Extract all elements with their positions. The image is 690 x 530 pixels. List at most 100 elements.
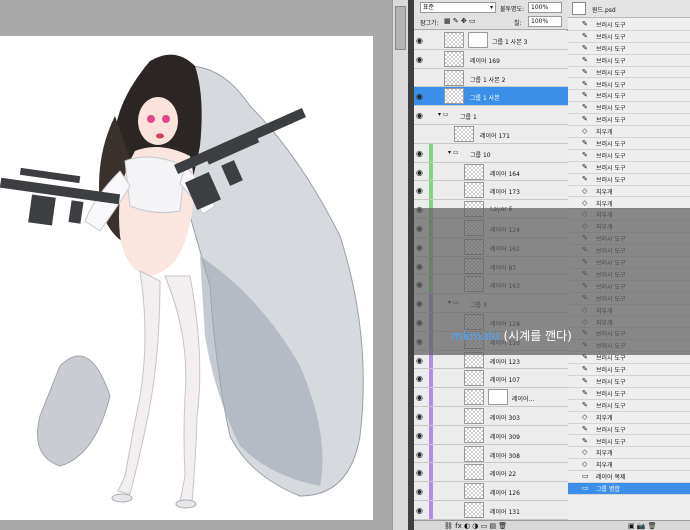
history-state[interactable]: ✎ 브러시 도구	[568, 150, 690, 162]
layer-row[interactable]: ◉ 그룹 1 사본 3	[414, 31, 568, 50]
layer-name: 레이어 173	[490, 189, 520, 197]
layer-name: 그룹 1	[460, 114, 477, 122]
brush-icon: ✎	[582, 162, 588, 171]
history-state[interactable]: ✎ 브러시 도구	[568, 388, 690, 400]
history-state[interactable]: ✎ 브러시 도구	[568, 376, 690, 388]
history-state[interactable]: ✎ 브러시 도구	[568, 424, 690, 436]
blend-mode-value: 표준	[423, 4, 435, 11]
layer-row[interactable]: ◉ 레이어 309	[414, 425, 568, 445]
history-state[interactable]: ✎ 브러시 도구	[568, 67, 690, 79]
history-state-label: 브러시 도구	[596, 117, 626, 125]
layer-row[interactable]: 그룹 1 사본 2	[414, 68, 568, 88]
history-state[interactable]: ✎ 브러시 도구	[568, 400, 690, 412]
layer-row[interactable]: ◉ 레이어 107	[414, 369, 568, 389]
canvas-vertical-scrollbar[interactable]	[392, 0, 408, 530]
layer-row[interactable]: ◉ ▾ ▭ 그룹 1	[414, 106, 568, 125]
layer-name: 레이어 131	[490, 509, 520, 516]
brush-icon: ✎	[582, 20, 588, 28]
history-state[interactable]: ✎ 브러시 도구	[568, 436, 690, 448]
layer-row[interactable]: ◉ 레이어 303	[414, 407, 568, 426]
history-state-label: 브러시 도구	[596, 152, 626, 160]
layer-name: 그룹 1 사본	[470, 95, 500, 103]
history-state[interactable]: ✎ 브러시 도구	[568, 55, 690, 67]
layer-thumbnail	[464, 502, 484, 518]
layer-row[interactable]: 레이어 171	[414, 125, 568, 144]
lock-icons[interactable]: ▦ ✎ ✥ ▭	[444, 17, 476, 25]
layer-name: 레이어 171	[480, 133, 510, 140]
brush-icon: ✎	[582, 365, 588, 374]
layer-color-tag	[429, 501, 433, 519]
history-state[interactable]: ✎ 브러시 도구	[568, 102, 690, 115]
layer-row[interactable]: ◉ 레이어 173	[414, 181, 568, 201]
history-state-label: 브러시 도구	[596, 57, 626, 65]
layer-row[interactable]: ◉ 레이어 131	[414, 501, 568, 520]
history-state[interactable]: ✎ 브러시 도구	[568, 114, 690, 127]
history-state-label: 브러시 도구	[596, 379, 626, 386]
history-state[interactable]: ◇ 지우개	[568, 459, 690, 472]
history-state[interactable]: ✎ 브러시 도구	[568, 174, 690, 186]
layer-thumbnail	[464, 370, 484, 387]
layer-row[interactable]: ◉ ▾ ▭ 그룹 10	[414, 143, 568, 163]
fill-field[interactable]: 100%	[528, 16, 562, 27]
folder-icon[interactable]: ▾ ▭	[448, 149, 459, 156]
history-state[interactable]: ▭ 그룹 병합	[568, 483, 690, 495]
document-canvas[interactable]	[0, 36, 373, 520]
history-snapshot-row[interactable]: 원드.psd	[568, 0, 690, 18]
folder-icon[interactable]: ▾ ▭	[438, 111, 449, 118]
history-state-label: 지우개	[596, 462, 613, 470]
history-state-label: 지우개	[596, 414, 613, 422]
eraser-icon: ◇	[582, 412, 588, 421]
brush-icon: ✎	[582, 388, 588, 397]
scrollbar-thumb[interactable]	[395, 6, 406, 50]
eraser-icon: ◇	[582, 448, 588, 457]
brush-icon: ✎	[582, 31, 588, 40]
layer-row[interactable]: ◉ 레이어...	[414, 388, 568, 407]
layer-color-tag	[429, 143, 433, 162]
fill-label: 칠:	[514, 20, 522, 27]
layer-row[interactable]: ◉ 레이어 22	[414, 463, 568, 483]
layer-color-tag	[429, 369, 433, 388]
layer-thumbnail	[464, 445, 484, 462]
history-state[interactable]: ✎ 브러시 도구	[568, 90, 690, 103]
history-state[interactable]: ✎ 브러시 도구	[568, 138, 690, 150]
history-state[interactable]: ▭ 레이어 복제	[568, 471, 690, 484]
history-state[interactable]: ✎ 브러시 도구	[568, 79, 690, 91]
history-state[interactable]: ✎ 브러시 도구	[568, 43, 690, 55]
opacity-value: 100%	[531, 4, 549, 11]
layer-color-tag	[429, 181, 433, 200]
history-state-label: 그룹 병합	[596, 486, 620, 494]
opacity-field[interactable]: 100%	[528, 2, 562, 13]
history-state[interactable]: ✎ 브러시 도구	[568, 162, 690, 174]
history-state[interactable]: ✎ 브러시 도구	[568, 19, 690, 31]
layer-row[interactable]: ◉ 그룹 1 사본	[414, 87, 568, 107]
history-state[interactable]: ✎ 브러시 도구	[568, 31, 690, 43]
document-canvas-area[interactable]	[0, 0, 408, 530]
history-state[interactable]: ◇ 지우개	[568, 447, 690, 460]
layer-row[interactable]: ◉ 레이어 169	[414, 49, 568, 69]
layer-row[interactable]: ◉ 레이어 164	[414, 162, 568, 182]
history-state[interactable]: ◇ 지우개	[568, 186, 690, 198]
layer-name: 레이어 308	[490, 452, 520, 460]
opacity-label: 불투명도:	[500, 6, 525, 13]
history-state[interactable]: ◇ 지우개	[568, 412, 690, 424]
layer-mask-thumbnail[interactable]	[468, 32, 488, 48]
history-state-label: 브러시 도구	[596, 33, 626, 41]
history-state-label: 브러시 도구	[596, 426, 626, 434]
history-state-label: 브러시 도구	[596, 438, 626, 446]
layer-footer-icons[interactable]: ⛓ fx ◐ ◑ ▭ ▤ 🗑	[444, 522, 507, 530]
layer-name: 레이어 22	[490, 471, 517, 479]
layers-panel-options: 표준 ▾ 불투명도: 100% 잠그기: ▦ ✎ ✥ ▭ 칠: 100%	[414, 0, 568, 30]
layer-thumbnail	[464, 163, 484, 180]
history-state[interactable]: ◇ 지우개	[568, 126, 690, 138]
layer-row[interactable]: ◉ 레이어 308	[414, 444, 568, 464]
history-state-label: 브러시 도구	[596, 164, 626, 172]
layer-thumbnail	[464, 426, 484, 443]
history-state-label: 브러시 도구	[596, 141, 626, 148]
layer-row[interactable]: ◉ 레이어 126	[414, 482, 568, 501]
layer-thumbnail	[444, 69, 464, 86]
layer-icon: ▭	[582, 484, 589, 493]
history-state[interactable]: ✎ 브러시 도구	[568, 364, 690, 376]
layer-mask-thumbnail[interactable]	[488, 389, 508, 406]
blend-mode-select[interactable]: 표준 ▾	[420, 2, 496, 13]
history-footer-icons[interactable]: ▣ 📷 🗑	[628, 522, 657, 530]
